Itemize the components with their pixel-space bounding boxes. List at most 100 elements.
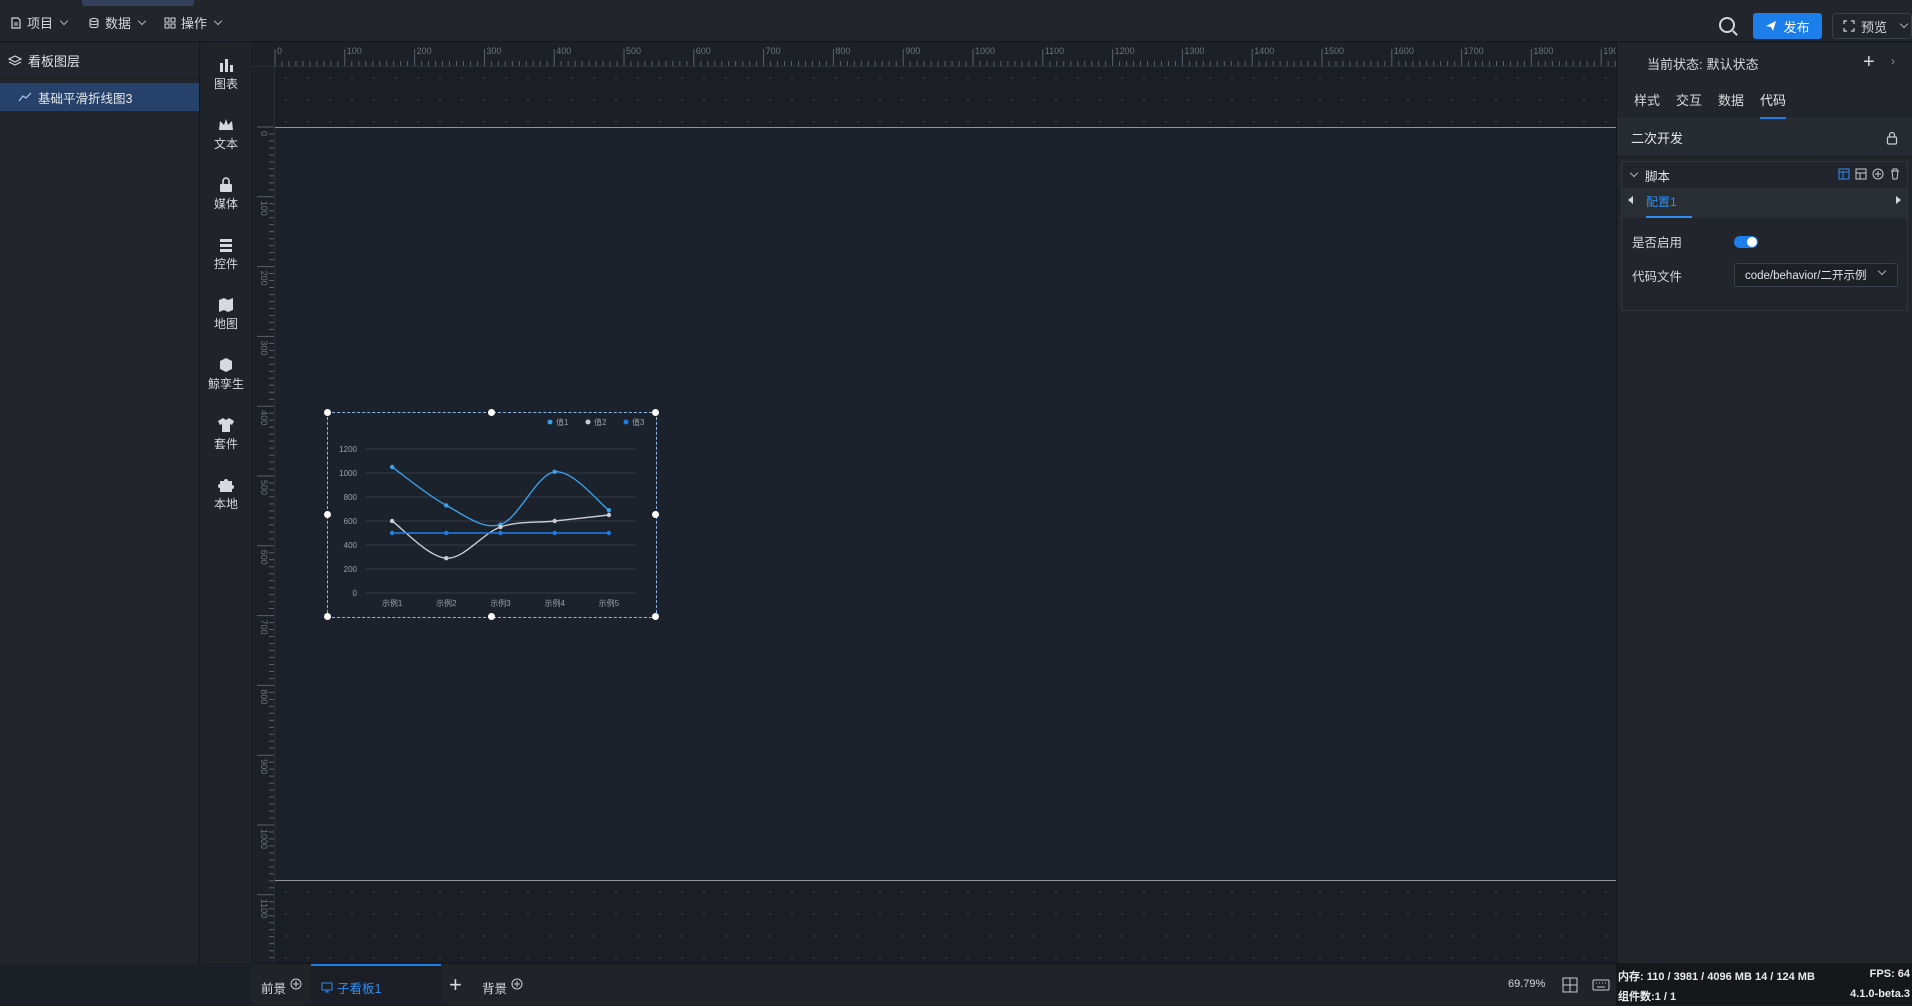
chart-widget[interactable]: 值1 值2 值3 1200 1000 800 600 400 200 0 示例1 示例2 示例3 示例4 示… [324,409,659,620]
menu-operate[interactable]: 操作 [164,13,223,32]
table-icon[interactable] [1838,168,1850,180]
ruler-label: 1200 [1115,46,1135,56]
component-icon-bar: 图表 文本 媒体 控件 地图 鲸孪生 套件 本地 [201,43,251,963]
tab-foreground[interactable]: 前景 [261,978,302,997]
ruler-label: 0 [277,46,282,56]
config-tab-1[interactable]: 配置1 [1646,193,1692,218]
tab-style[interactable]: 样式 [1634,83,1660,119]
resize-handle[interactable] [324,511,331,518]
preview-label: 预览 [1861,19,1888,35]
resize-handle[interactable] [652,511,659,518]
iconbar-item-media[interactable]: 媒体 [201,177,251,212]
tab-data[interactable]: 数据 [1718,83,1744,119]
tab-code[interactable]: 代码 [1760,83,1787,119]
add-circle-icon[interactable] [511,978,523,990]
y-tick-label: 1200 [339,445,357,454]
chevron-down-icon [59,16,69,25]
line-chart[interactable]: 值1 值2 值3 1200 1000 800 600 400 200 0 示例1 示例2 示例3 示例4 示… [328,413,655,616]
ruler-label: 1100 [259,899,269,918]
config-tabs: 配置1 [1622,188,1907,218]
ruler-label: 1900 [1603,46,1616,56]
resize-handle[interactable] [488,409,495,416]
layer-item[interactable]: 基础平滑折线图3 [0,83,199,111]
ruler-label: 600 [259,550,269,565]
ruler-label: 900 [259,759,269,774]
enabled-row: 是否启用 [1622,224,1907,258]
add-board-button[interactable]: + [449,972,462,998]
menu-project[interactable]: 项目 [10,13,69,32]
add-circle-icon[interactable] [1872,168,1884,180]
state-label: 当前状态: [1647,56,1703,72]
search-icon[interactable] [1719,17,1735,33]
x-tick-label: 示例3 [490,598,511,608]
database-icon [89,17,99,28]
zoom-level[interactable]: 69.79% [1508,978,1545,990]
resize-handle[interactable] [324,409,331,416]
legend-marker [547,419,553,425]
caret-right-icon[interactable] [1896,196,1901,204]
memory-status: 内存: 110 / 3981 / 4096 MB 14 / 124 MB [1618,971,1815,983]
legend-label: 值2 [594,417,607,427]
x-tick-label: 示例2 [436,598,457,608]
iconbar-item-chart[interactable]: 图表 [201,57,251,92]
iconbar-item-map[interactable]: 地图 [201,297,251,332]
iconbar-item-twin[interactable]: 鲸孪生 [201,357,251,392]
fit-screen-icon[interactable] [1562,977,1578,993]
caret-left-icon[interactable] [1628,196,1633,204]
bar-chart-icon [220,59,233,72]
tab-sub-board[interactable]: 子看板1 [321,978,381,997]
fps-status: FPS: 64 [1869,968,1910,980]
resize-handle[interactable] [652,409,659,416]
add-state-icon[interactable]: + [1863,51,1875,74]
delete-icon[interactable] [1889,168,1901,180]
y-tick-label: 200 [344,565,358,574]
script-header[interactable]: 脚本 [1622,162,1907,188]
chevron-down-icon[interactable] [1629,168,1639,178]
layout-icon[interactable] [1855,168,1867,180]
iconbar-item-kit[interactable]: 套件 [201,417,251,452]
code-file-label: 代码文件 [1632,269,1683,284]
y-tick-label: 600 [344,517,358,526]
preview-button[interactable]: 预览 [1832,13,1912,39]
iconbar-item-local[interactable]: 本地 [201,477,251,512]
layers-icon [220,239,232,252]
iconbar-item-text[interactable]: 文本 [201,117,251,152]
ruler-label: 1600 [1394,46,1414,56]
lock-icon[interactable] [1886,131,1898,145]
tab-background[interactable]: 背景 [482,978,523,997]
shirt-icon [218,418,234,432]
fullscreen-icon [1843,20,1855,32]
resize-handle[interactable] [488,613,495,620]
code-file-select[interactable]: code/behavior/二开示例 [1734,263,1898,287]
layers-panel: 看板图层 基础平滑折线图3 [0,43,200,963]
iconbar-label: 媒体 [213,197,238,211]
data-point [606,530,612,536]
data-point [606,512,612,518]
data-point [498,530,503,536]
tab-interaction[interactable]: 交互 [1676,83,1702,119]
dashboard-board[interactable]: 值1 值2 值3 1200 1000 800 600 400 200 0 示例1 示例2 示例3 示例4 示… [275,127,1616,881]
ruler-label: 700 [766,46,781,56]
lock-media-icon [220,177,232,192]
chevron-right-icon[interactable]: › [1891,54,1895,68]
data-point [606,508,612,513]
script-title: 脚本 [1645,169,1671,184]
y-tick-label: 800 [344,493,358,502]
component-count: 组件数:1 / 1 [1618,991,1677,1003]
canvas-area[interactable]: 值1 值2 值3 1200 1000 800 600 400 200 0 示例1 示例2 示例3 示例4 示… [275,67,1616,963]
ruler-label: 400 [259,410,269,425]
enabled-toggle[interactable] [1734,236,1758,248]
board-icon [321,982,333,993]
ruler-label: 1700 [1464,46,1484,56]
add-circle-icon[interactable] [290,978,302,990]
resize-handle[interactable] [652,613,659,620]
keyboard-icon[interactable] [1592,979,1610,991]
menu-data[interactable]: 数据 [88,13,147,32]
iconbar-label: 鲸孪生 [207,377,244,391]
publish-button[interactable]: 发布 [1753,13,1822,39]
map-icon [219,298,233,312]
state-value[interactable]: 默认状态 [1707,54,1759,73]
resize-handle[interactable] [324,613,331,620]
ruler-label: 200 [417,46,432,56]
iconbar-item-controls[interactable]: 控件 [201,237,251,272]
